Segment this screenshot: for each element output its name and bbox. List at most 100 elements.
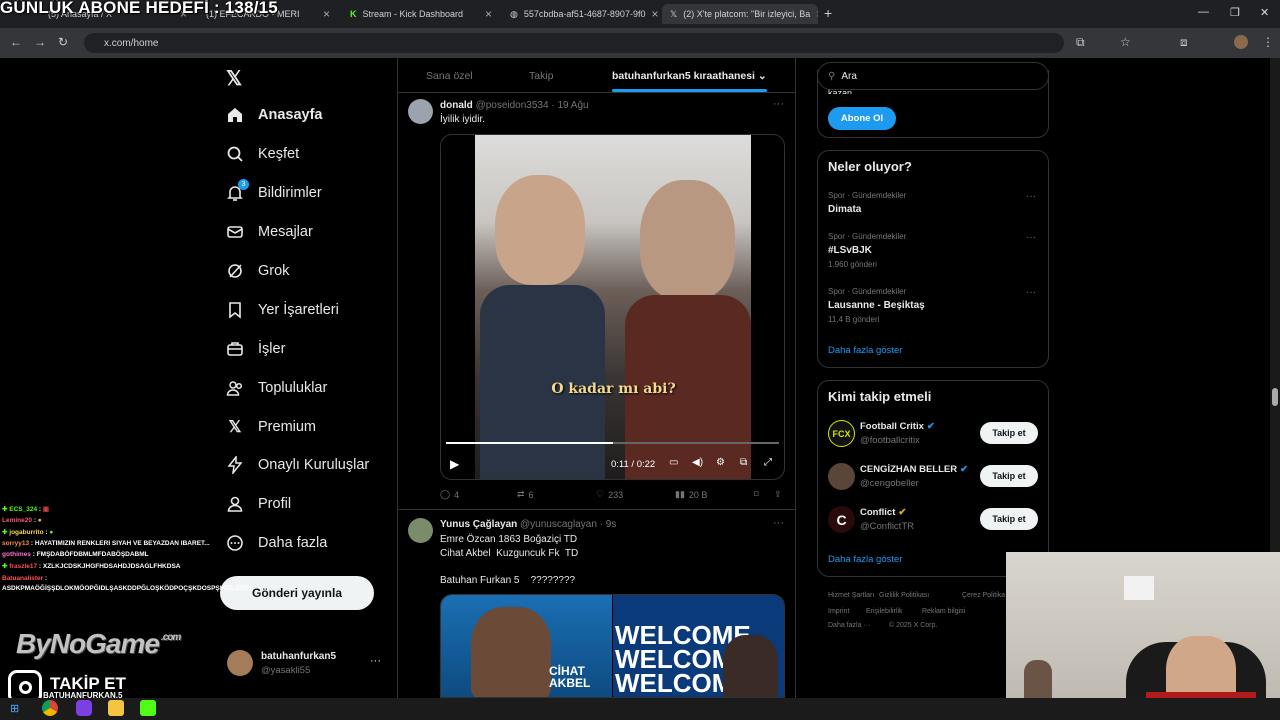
close-window-icon[interactable]: ✕	[1260, 6, 1269, 19]
nav-item-more[interactable]: Daha fazla	[226, 534, 327, 552]
trend-more-icon[interactable]: ···	[1026, 191, 1036, 202]
profile-avatar[interactable]	[1234, 35, 1248, 49]
tab-following[interactable]: Takip	[529, 70, 554, 82]
footer-link[interactable]: Reklam bilgisi	[922, 608, 965, 615]
bookmark-button[interactable]: ⌑	[754, 489, 759, 500]
follow-button[interactable]: Takip et	[980, 465, 1038, 487]
minimize-icon[interactable]: —	[1198, 6, 1209, 18]
trend-name[interactable]: #LSvBJK	[828, 245, 872, 256]
nav-item-communities[interactable]: Topluluklar	[226, 379, 327, 397]
conflict-logo[interactable]: C	[828, 506, 855, 533]
tweet-image[interactable]: CİHAT AKBEL WELCOME WELCOME WELCOME	[440, 594, 785, 698]
nav-item-premium[interactable]: 𝕏 Premium	[226, 418, 316, 436]
browser-tab[interactable]: K Stream - Kick Dashboard ×	[342, 4, 500, 24]
trend-more-icon[interactable]: ···	[1026, 287, 1036, 298]
verified-gold-icon: ✔	[898, 507, 907, 518]
fullscreen-icon[interactable]: ⤢	[764, 457, 772, 468]
video-player[interactable]: O kadar mı abi? ▶ 0:11 / 0:22 ▭ ◀) ⚙ ⧉ ⤢	[440, 134, 785, 480]
footer-link[interactable]: Erişilebilirlik	[866, 608, 903, 615]
football-critix-logo[interactable]: FCX	[828, 420, 855, 447]
tweet-author-name[interactable]: Yunus Çağlayan	[440, 519, 517, 530]
follow-suggestion-name[interactable]: Football Critix ✔	[860, 421, 935, 432]
tweet-line: Emre Özcan 1863 Boğaziçi TD	[440, 534, 578, 545]
restore-icon[interactable]: ❐	[1230, 6, 1240, 19]
trend-name[interactable]: Dimata	[828, 204, 861, 215]
play-icon[interactable]: ▶	[450, 457, 459, 471]
follow-button[interactable]: Takip et	[980, 422, 1038, 444]
extensions-icon[interactable]: ⧈	[1180, 35, 1188, 50]
tab-for-you[interactable]: Sana özel	[426, 70, 473, 82]
avatar[interactable]	[828, 463, 855, 490]
nav-label: İşler	[258, 341, 286, 357]
nav-item-bookmarks[interactable]: Yer İşaretleri	[226, 301, 339, 319]
nav-item-notifications[interactable]: 3 Bildirimler	[226, 179, 322, 202]
footer-link[interactable]: Gizlilik Politikası	[879, 592, 929, 599]
tweet-author-handle[interactable]: @poseidon3534	[476, 100, 549, 111]
star-icon[interactable]: ☆	[1120, 35, 1131, 49]
reply-button[interactable]: ◯ 4	[440, 489, 459, 500]
follow-suggestion-name[interactable]: Conflict ✔	[860, 507, 906, 518]
footer-link[interactable]: Çerez Politika	[962, 592, 1005, 599]
account-menu-button[interactable]: ···	[370, 655, 381, 667]
avatar[interactable]	[408, 99, 433, 124]
menu-icon[interactable]: ⋮	[1262, 35, 1274, 49]
tweet-author-handle[interactable]: @yunuscaglayan	[520, 519, 597, 530]
scrollbar-thumb[interactable]	[1272, 388, 1278, 406]
nav-item-jobs[interactable]: İşler	[226, 340, 285, 358]
share-button[interactable]: ⇪	[774, 489, 782, 500]
close-icon[interactable]: ×	[485, 7, 492, 21]
tab-community[interactable]: batuhanfurkan5 kıraathanesi ⌄	[612, 70, 767, 82]
x-logo-icon[interactable]: 𝕏	[226, 66, 242, 91]
footer-link[interactable]: Hizmet Şartları	[828, 592, 874, 599]
nav-item-messages[interactable]: Mesajlar	[226, 223, 313, 241]
trends-show-more[interactable]: Daha fazla göster	[828, 345, 902, 356]
video-progress-track[interactable]	[446, 442, 779, 444]
nav-item-explore[interactable]: Keşfet	[226, 145, 299, 163]
wall-sign	[1124, 576, 1154, 600]
avatar[interactable]	[408, 518, 433, 543]
forward-icon[interactable]: →	[34, 35, 46, 49]
new-tab-icon[interactable]: +	[824, 5, 832, 21]
footer-link[interactable]: Daha fazla ···	[828, 622, 870, 629]
kick-app-icon[interactable]	[140, 700, 156, 716]
trend-more-icon[interactable]: ···	[1026, 232, 1036, 243]
windows-start-icon[interactable]: ⊞	[10, 702, 19, 715]
post-button[interactable]: Gönderi yayınla	[220, 576, 374, 610]
views-button[interactable]: ▮▮ 20 B	[675, 489, 707, 500]
tweet-more-icon[interactable]: ···	[773, 517, 784, 529]
back-icon[interactable]: ←	[10, 35, 22, 49]
nav-item-verified-orgs[interactable]: Onaylı Kuruluşlar	[226, 456, 369, 474]
install-icon[interactable]: ⧉	[1076, 35, 1085, 50]
close-icon[interactable]: ×	[651, 7, 658, 21]
follow-button[interactable]: Takip et	[980, 508, 1038, 530]
retweet-button[interactable]: ⇄ 6	[517, 489, 534, 500]
chrome-icon[interactable]	[42, 700, 58, 716]
tweet-time[interactable]: · 9s	[600, 519, 617, 530]
reload-icon[interactable]: ↻	[58, 35, 68, 49]
nav-item-home[interactable]: Anasayfa	[226, 106, 322, 124]
nav-item-grok[interactable]: Grok	[226, 262, 289, 280]
follow-suggestion-name[interactable]: CENGİZHAN BELLER ✔	[860, 464, 968, 475]
account-avatar[interactable]	[227, 650, 253, 676]
trend-name[interactable]: Lausanne - Beşiktaş	[828, 300, 925, 311]
like-button[interactable]: ♡ 233	[596, 489, 623, 500]
volume-icon[interactable]: ◀)	[692, 457, 703, 468]
browser-tab-active[interactable]: 𝕏 (2) X'te platcom: "Bir izleyici, Ba ×	[662, 4, 818, 24]
tweet-author-name[interactable]: donald	[440, 100, 473, 111]
subscribe-button[interactable]: Abone Ol	[828, 107, 896, 130]
captions-icon[interactable]: ▭	[669, 457, 678, 468]
close-icon[interactable]: ×	[323, 7, 330, 21]
pip-icon[interactable]: ⧉	[740, 457, 747, 468]
tweet-more-icon[interactable]: ···	[773, 98, 784, 110]
tweet-time[interactable]: · 19 Ağu	[551, 100, 588, 111]
url-field[interactable]: x.com/home	[84, 33, 1064, 53]
follow-show-more[interactable]: Daha fazla göster	[828, 554, 902, 565]
settings-icon[interactable]: ⚙	[716, 457, 725, 468]
nav-item-profile[interactable]: Profil	[226, 495, 291, 513]
app-icon[interactable]	[76, 700, 92, 716]
footer-link[interactable]: Imprint	[828, 608, 849, 615]
close-icon[interactable]: ×	[816, 7, 818, 21]
browser-tab[interactable]: ◍ 557cbdba-af51-4687-8907-9f0 ×	[502, 4, 660, 24]
kick-icon: K	[350, 9, 357, 19]
folder-icon[interactable]	[108, 700, 124, 716]
